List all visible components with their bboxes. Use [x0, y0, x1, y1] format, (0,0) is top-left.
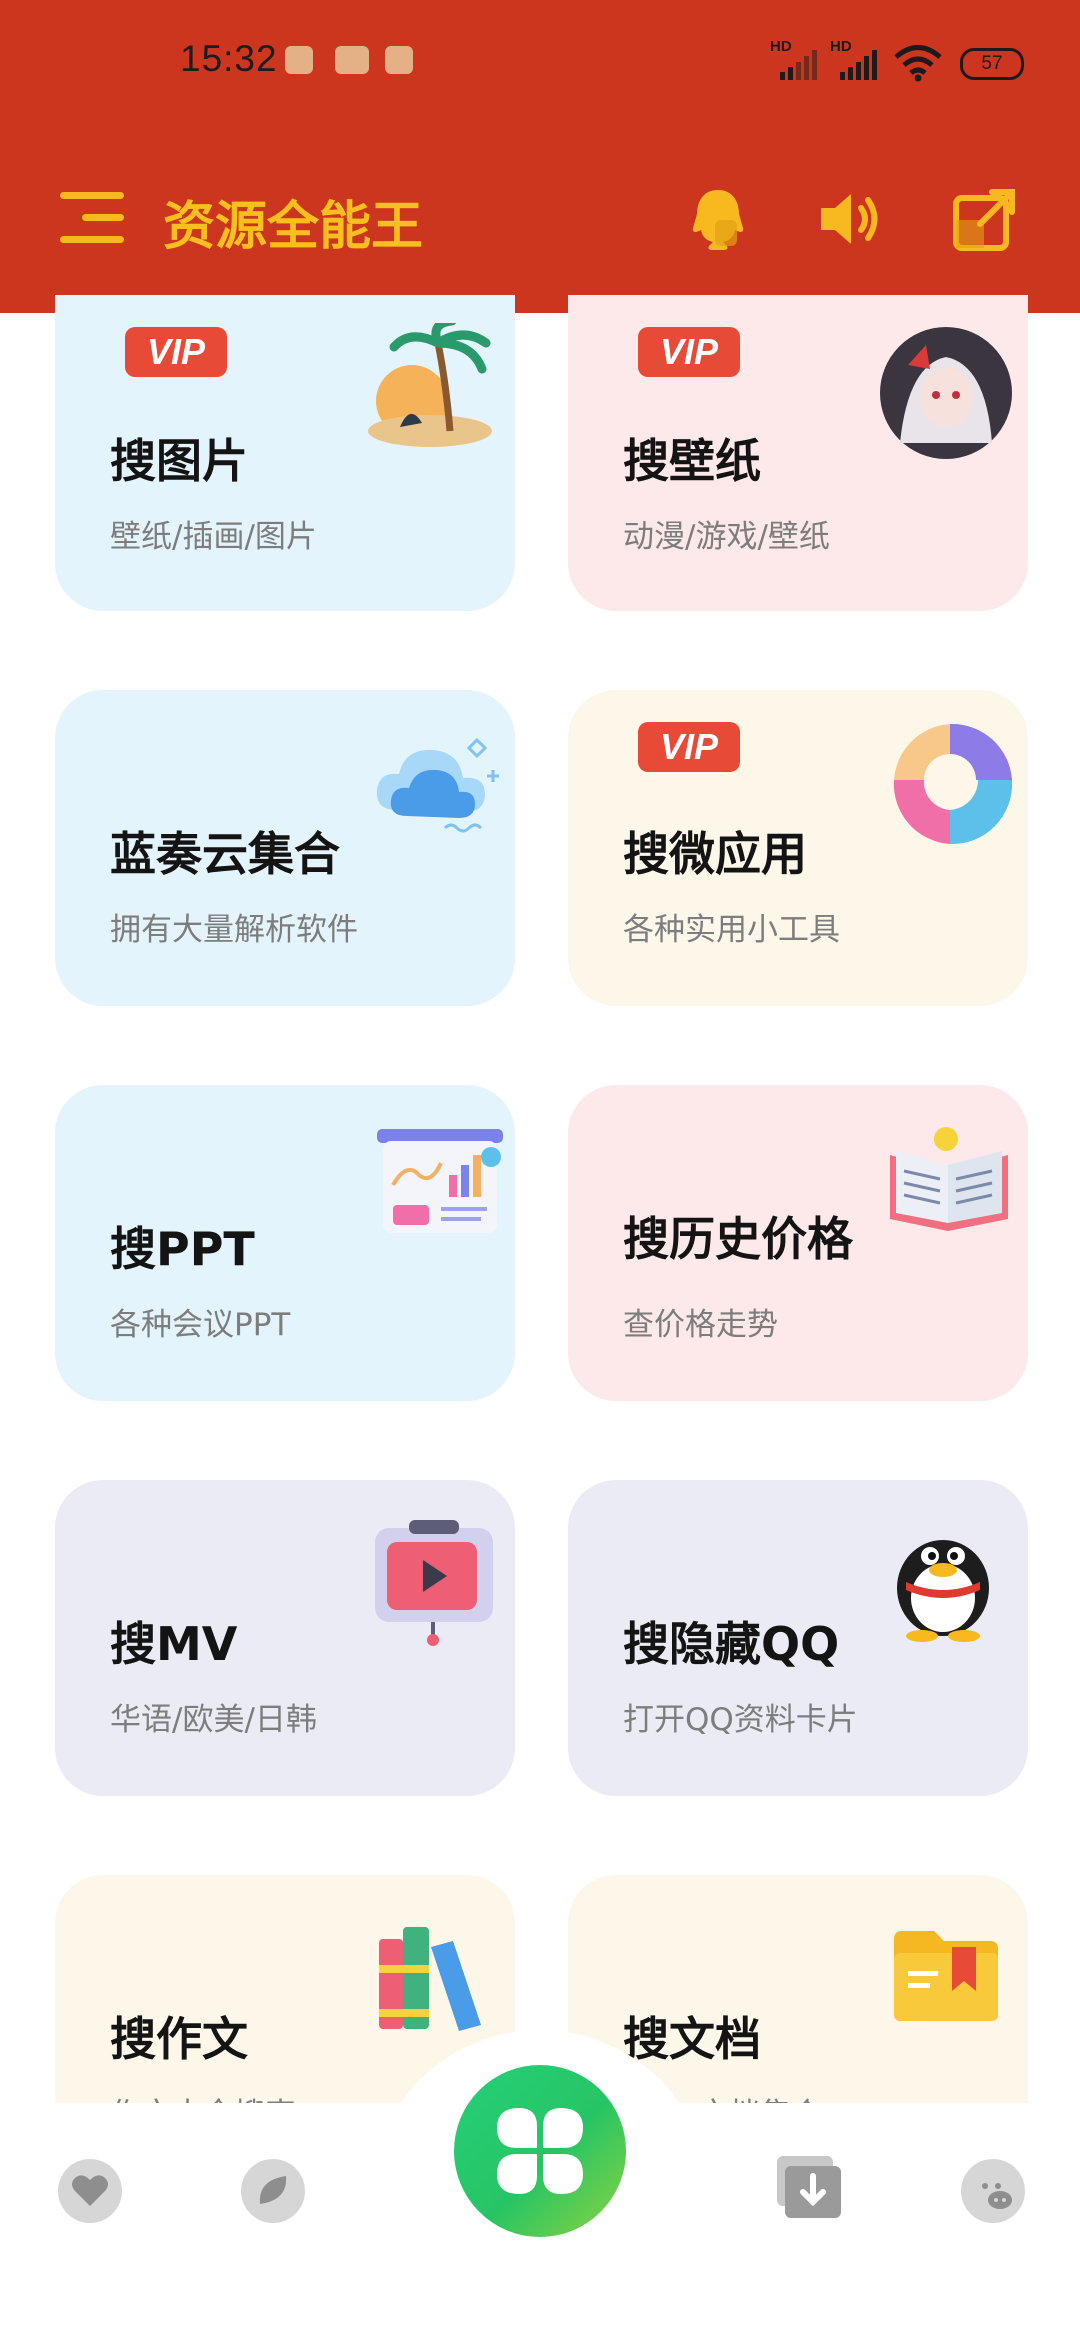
card-title: 搜壁纸: [623, 434, 761, 488]
card-search-images[interactable]: VIP 搜图片 壁纸/插画/图片: [55, 295, 515, 611]
card-subtitle: 拥有大量解析软件: [110, 912, 358, 948]
card-title: 蓝奏云集合: [110, 827, 340, 881]
vip-badge: VIP: [638, 327, 740, 377]
status-time: 15:32: [180, 38, 278, 79]
qq-penguin-icon: [897, 1540, 989, 1642]
signal-bars-icon: [780, 50, 817, 80]
video-player-icon: [375, 1520, 493, 1646]
card-search-wallpaper[interactable]: VIP 搜壁纸 动漫/游戏/壁纸: [568, 295, 1028, 611]
status-bar: 15:32 HD HD 57: [0, 0, 1080, 120]
card-search-mini-apps[interactable]: VIP 搜微应用 各种实用小工具: [568, 690, 1028, 1006]
vip-badge: VIP: [638, 722, 740, 772]
clover-icon: [497, 2108, 583, 2194]
card-title: 搜历史价格: [623, 1212, 853, 1266]
leaf-icon[interactable]: [240, 2158, 306, 2224]
books-icon: [379, 1927, 481, 2031]
cloud-icon: [376, 737, 499, 833]
anime-avatar-icon: [880, 327, 1012, 459]
signal-1: HD: [770, 38, 824, 84]
notification-send-icon: [385, 46, 413, 74]
app-header: 15:32 HD HD 57 资源全能王: [0, 0, 1080, 313]
pig-icon[interactable]: [960, 2158, 1026, 2224]
card-title: 搜作文: [110, 2012, 248, 2066]
vip-badge: VIP: [125, 327, 227, 377]
download-icon[interactable]: [773, 2150, 845, 2222]
donut-chart-icon: [893, 723, 1013, 845]
notification-shield-icon: [285, 46, 313, 74]
card-title: 搜PPT: [110, 1222, 255, 1276]
open-book-bulb-icon: [890, 1127, 1008, 1231]
wifi-icon: [894, 45, 942, 82]
app-title: 资源全能王: [163, 197, 424, 257]
card-hidden-qq[interactable]: 搜隐藏QQ 打开QQ资料卡片: [568, 1480, 1028, 1796]
card-subtitle: 查价格走势: [623, 1307, 778, 1343]
island-icon: [368, 323, 492, 447]
notification-mail-icon: [335, 46, 369, 74]
signal-2: HD: [830, 38, 884, 84]
card-search-mv[interactable]: 搜MV 华语/欧美/日韩: [55, 1480, 515, 1796]
presentation-board-icon: [377, 1129, 503, 1233]
qq-icon[interactable]: [683, 184, 753, 254]
menu-icon[interactable]: [60, 190, 124, 246]
card-subtitle: 壁纸/插画/图片: [110, 519, 317, 555]
card-title: 搜图片: [110, 434, 248, 488]
card-title: 搜隐藏QQ: [623, 1617, 840, 1671]
card-subtitle: 华语/欧美/日韩: [110, 1702, 317, 1738]
battery-indicator: 57: [960, 48, 1024, 80]
speaker-icon[interactable]: [815, 184, 885, 254]
card-price-history[interactable]: 搜历史价格 查价格走势: [568, 1085, 1028, 1401]
card-subtitle: 打开QQ资料卡片: [623, 1702, 858, 1738]
card-subtitle: 动漫/游戏/壁纸: [623, 519, 830, 555]
signal-bars-icon: [840, 50, 877, 80]
home-fab[interactable]: [454, 2065, 626, 2237]
card-lanzou-cloud[interactable]: 蓝奏云集合 拥有大量解析软件: [55, 690, 515, 1006]
heart-icon[interactable]: [57, 2158, 123, 2224]
card-search-ppt[interactable]: 搜PPT 各种会议PPT: [55, 1085, 515, 1401]
card-title: 搜文档: [623, 2012, 761, 2066]
card-subtitle: 各种会议PPT: [110, 1307, 291, 1343]
share-external-icon[interactable]: [950, 184, 1020, 254]
card-subtitle: 各种实用小工具: [623, 912, 840, 948]
card-title: 搜MV: [110, 1617, 238, 1671]
card-title: 搜微应用: [623, 827, 807, 881]
folder-icon: [894, 1931, 998, 2021]
app-bar: 资源全能王: [0, 170, 1080, 270]
